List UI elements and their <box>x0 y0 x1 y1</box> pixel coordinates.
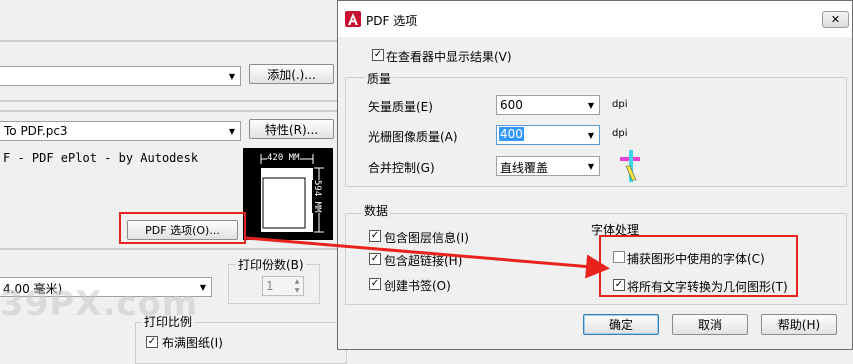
annotation-arrow <box>245 236 610 279</box>
